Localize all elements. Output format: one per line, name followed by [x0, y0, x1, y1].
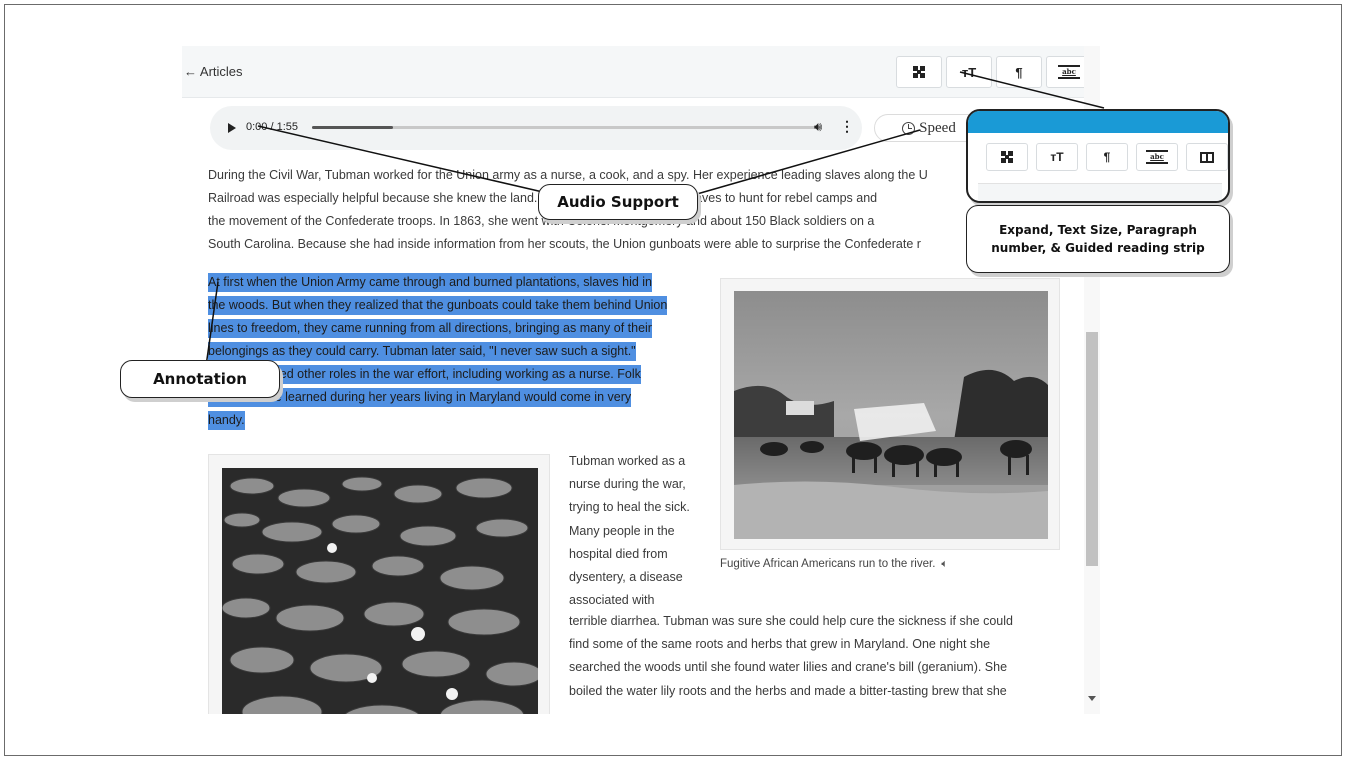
zoom-paragraph-button[interactable]: ¶: [1086, 143, 1128, 171]
paragraph-line: dysentery, a disease: [569, 570, 683, 585]
expand-icon: [913, 66, 925, 78]
speed-label: Speed: [919, 119, 956, 136]
clock-icon: [902, 121, 916, 135]
paragraph-line: associated with: [569, 593, 655, 608]
zoom-columns-button[interactable]: [1186, 143, 1228, 171]
audio-progress-track[interactable]: [312, 126, 820, 129]
river-photo-frame: [720, 278, 1060, 550]
guided-strip-icon: abc: [1058, 65, 1080, 79]
tools-callout: Expand, Text Size, Paragraph number, & G…: [966, 205, 1230, 273]
zoom-text-size-button[interactable]: тT: [1036, 143, 1078, 171]
lily-photo: [222, 468, 538, 714]
highlighted-line: belongings as they could carry. Tubman l…: [208, 342, 636, 361]
more-options-icon[interactable]: ⋮: [840, 118, 854, 135]
callout-label: Audio Support: [557, 193, 679, 211]
paragraph-line: hospital died from: [569, 546, 668, 561]
paragraph-line: find some of the same roots and herbs th…: [569, 637, 991, 652]
highlighted-line: lines to freedom, they came running from…: [208, 319, 652, 338]
paragraph-line: boiled the water lily roots and the herb…: [569, 683, 1007, 698]
reader-app: ← Articles тT ¶ abc 0:00 / 1:55 🔊︎ ⋮ Spe…: [182, 46, 1100, 714]
paragraph-line: Many people in the: [569, 523, 675, 538]
river-photo: [734, 291, 1048, 539]
scroll-down-arrow-icon[interactable]: [1088, 696, 1096, 701]
audio-progress-fill: [312, 126, 394, 129]
audio-support-callout: Audio Support: [538, 184, 698, 220]
paragraph-icon: ¶: [1015, 64, 1023, 80]
lily-photo-frame: [208, 454, 550, 714]
highlighted-line: At first when the Union Army came throug…: [208, 273, 653, 292]
annotation-callout: Annotation: [120, 360, 280, 398]
audio-player: 0:00 / 1:55 🔊︎ ⋮: [210, 106, 862, 150]
play-icon[interactable]: [228, 123, 236, 133]
text-size-icon: тT: [1050, 150, 1064, 164]
paragraph-line: South Carolina. Because she had inside i…: [208, 237, 921, 251]
reader-toolbar: ← Articles тT ¶ abc: [182, 46, 1100, 98]
expand-icon: [1001, 151, 1013, 163]
volume-icon[interactable]: 🔊︎: [814, 119, 822, 135]
highlighted-line: the woods. But when they realized that t…: [208, 296, 668, 315]
photo-caption: Fugitive African Americans run to the ri…: [720, 558, 948, 571]
zoom-guided-strip-button[interactable]: abc: [1136, 143, 1178, 171]
side-paragraph: Tubman worked as a nurse during the war,…: [569, 450, 690, 612]
columns-icon: [1200, 151, 1214, 163]
paragraph-line: nurse during the war,: [569, 477, 686, 492]
expand-button[interactable]: [896, 56, 942, 88]
guided-strip-icon: abc: [1146, 150, 1168, 164]
paragraph-icon: ¶: [1103, 150, 1111, 164]
tools-zoom-panel: тT ¶ abc: [966, 109, 1230, 203]
paragraph-line: searched the woods until she found water…: [569, 660, 1008, 675]
highlighted-line: handy.: [208, 411, 245, 430]
paragraph-number-button[interactable]: ¶: [996, 56, 1042, 88]
caption-text: Fugitive African Americans run to the ri…: [720, 558, 936, 570]
scrollbar-thumb[interactable]: [1086, 332, 1098, 566]
back-to-articles-link[interactable]: ← Articles: [184, 64, 243, 79]
zoom-expand-button[interactable]: [986, 143, 1028, 171]
text-size-button[interactable]: тT: [946, 56, 992, 88]
paragraph-line: terrible diarrhea. Tubman was sure she c…: [569, 614, 1013, 628]
bottom-paragraph: terrible diarrhea. Tubman was sure she c…: [569, 610, 1013, 703]
paragraph-line: trying to heal the sick.: [569, 500, 690, 515]
zoom-panel-footer: [978, 183, 1222, 201]
paragraph-line: Tubman worked as a: [569, 454, 686, 468]
text-size-icon: тT: [961, 64, 977, 80]
audio-time: 0:00 / 1:55: [246, 121, 298, 133]
callout-label: Annotation: [153, 370, 247, 388]
speaker-icon[interactable]: 🔈︎: [941, 558, 948, 571]
zoom-panel-header: [968, 111, 1228, 133]
callout-label: Expand, Text Size, Paragraph number, & G…: [991, 223, 1205, 255]
